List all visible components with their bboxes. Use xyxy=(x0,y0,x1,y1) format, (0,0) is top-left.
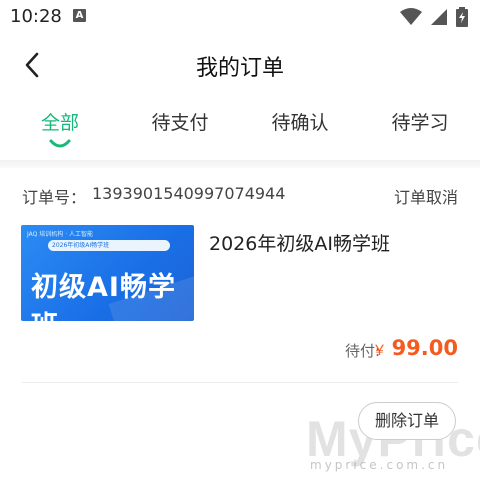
status-bar: 10:28 A xyxy=(0,0,480,34)
price-value: 99.00 xyxy=(391,336,458,360)
order-card: 订单号： 1393901540997074944 订单取消 JAQ 培训机构 ·… xyxy=(0,168,480,482)
notification-icon: A xyxy=(73,9,86,22)
course-thumbnail[interactable]: JAQ 培训机构 · 人工智能 2026年初级AI畅学班 初级AI畅学班 xyxy=(21,225,194,321)
tabs-divider xyxy=(0,160,480,168)
tab-all[interactable]: 全部 xyxy=(0,108,120,148)
tab-pending-confirm[interactable]: 待确认 xyxy=(240,108,360,135)
banner-pill: 2026年初级AI畅学班 xyxy=(48,240,170,251)
cancel-order-button[interactable]: 订单取消 xyxy=(394,184,458,208)
tab-label: 待支付 xyxy=(151,112,209,134)
nav-bar: 我的订单 xyxy=(0,34,480,96)
battery-charging-icon xyxy=(456,7,468,27)
status-icons xyxy=(400,7,468,27)
tab-label: 待学习 xyxy=(391,112,449,134)
order-number: 1393901540997074944 xyxy=(92,184,286,203)
banner-main-text: 初级AI畅学班 xyxy=(31,272,176,321)
status-time: 10:28 xyxy=(10,6,62,27)
order-tabs: 全部 待支付 待确认 待学习 xyxy=(0,108,480,160)
signal-icon xyxy=(431,9,447,25)
price-currency: ￥ xyxy=(372,343,387,359)
page-title: 我的订单 xyxy=(195,56,284,81)
wifi-icon xyxy=(400,8,422,25)
order-number-label: 订单号： xyxy=(22,188,87,207)
tab-pending-study[interactable]: 待学习 xyxy=(360,108,480,135)
tab-label: 待确认 xyxy=(271,112,329,134)
tab-pending-payment[interactable]: 待支付 xyxy=(120,108,240,135)
divider xyxy=(22,382,458,383)
delete-order-button[interactable]: 删除订单 xyxy=(358,402,456,440)
watermark-url: myprice.com.cn xyxy=(310,458,449,472)
tab-label: 全部 xyxy=(40,112,79,134)
course-title[interactable]: 2026年初级AI畅学班 xyxy=(209,229,390,256)
active-tab-indicator xyxy=(49,139,71,148)
banner-top-text: JAQ 培训机构 · 人工智能 xyxy=(27,231,94,238)
price: ￥ 99.00 xyxy=(372,336,458,360)
